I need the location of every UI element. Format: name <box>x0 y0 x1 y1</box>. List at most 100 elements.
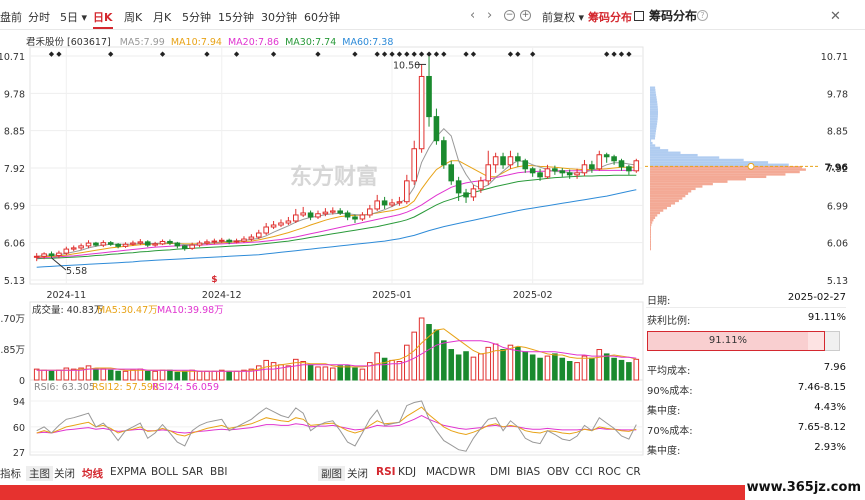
next-arrow-icon[interactable]: › <box>487 8 492 23</box>
candle <box>307 210 314 221</box>
event-marker[interactable]: ◆ <box>619 50 625 58</box>
sub-indicator-tab[interactable]: DMI <box>490 466 510 478</box>
timeframe-tab-6[interactable]: 5分钟 <box>182 9 211 25</box>
candle <box>433 108 440 145</box>
event-marker[interactable]: ◆ <box>626 50 632 58</box>
chip-bar <box>650 218 654 222</box>
zoom-out-icon[interactable]: − <box>504 10 515 21</box>
event-marker[interactable]: ◆ <box>426 50 432 58</box>
event-marker[interactable]: ◆ <box>389 50 395 58</box>
candle <box>566 169 573 179</box>
volume-bar <box>537 357 543 381</box>
sub-indicator-tab[interactable]: 副图 <box>318 466 345 481</box>
indicator-tab[interactable]: 均线 <box>82 466 103 481</box>
candle <box>330 207 336 215</box>
timeframe-tab-9[interactable]: 60分钟 <box>304 9 340 25</box>
event-marker[interactable]: ◆ <box>315 50 321 58</box>
indicator-tab[interactable]: 关闭 <box>54 466 75 481</box>
sub-indicator-tab[interactable]: RSI <box>376 466 396 478</box>
event-marker[interactable]: ◆ <box>352 50 358 58</box>
sub-indicator-tab[interactable]: KDJ <box>398 466 416 478</box>
sub-indicator-tab[interactable]: CCI <box>575 466 593 478</box>
indicator-tab[interactable]: EXPMA <box>110 466 146 478</box>
event-marker[interactable]: ◆ <box>441 50 447 58</box>
volume-bar <box>189 369 195 381</box>
adjust-dropdown[interactable]: 前复权 ▾ <box>542 9 584 25</box>
help-icon[interactable]: ? <box>697 10 708 21</box>
event-marker[interactable]: ◆ <box>382 50 388 58</box>
volume-bar <box>507 344 514 381</box>
event-marker[interactable]: ◆ <box>375 50 381 58</box>
candle <box>122 242 129 248</box>
toolbar: 盘前 分时 5日 ▾ 日K 周K 月K 5分钟 15分钟 30分钟 60分钟 ‹ › − + 前复… <box>0 0 865 30</box>
candle-body <box>56 252 62 257</box>
volume-bar <box>470 356 477 381</box>
event-marker[interactable]: ◆ <box>49 50 55 58</box>
timeframe-tab-2[interactable]: 5日 ▾ <box>60 9 87 25</box>
event-marker[interactable]: ◆ <box>434 50 440 58</box>
event-marker[interactable]: ◆ <box>397 50 403 58</box>
right-price-tick-label: 6.99 <box>827 201 848 212</box>
indicator-tab[interactable]: 主图 <box>26 466 53 481</box>
zoom-in-icon[interactable]: + <box>520 10 531 21</box>
indicator-tab[interactable]: SAR <box>182 466 203 478</box>
volume-bar <box>611 357 617 381</box>
candle-body <box>463 192 469 198</box>
close-icon[interactable]: ✕ <box>830 9 841 24</box>
candle-body <box>589 164 595 170</box>
candle-body <box>611 156 617 162</box>
sub-indicator-tab[interactable]: OBV <box>547 466 569 478</box>
volume-bar <box>181 370 188 381</box>
sub-indicator-tab[interactable]: MACD <box>426 466 457 478</box>
chip-distribution-tab[interactable]: 筹码分布 <box>588 9 632 25</box>
indicator-tab[interactable]: BOLL <box>151 466 178 478</box>
prev-arrow-icon[interactable]: ‹ <box>470 8 475 23</box>
timeframe-tab-4[interactable]: 周K <box>124 9 142 25</box>
sub-indicator-tab[interactable]: BIAS <box>516 466 540 478</box>
candle-body <box>107 242 114 245</box>
candle <box>278 219 284 228</box>
price-tick-label: 10.71 <box>0 52 25 63</box>
event-marker[interactable]: ◆ <box>234 50 240 58</box>
event-marker[interactable]: ◆ <box>404 50 410 58</box>
sub-indicator-tab[interactable]: 关闭 <box>347 466 368 481</box>
candle-body <box>337 210 343 214</box>
candle-body <box>130 242 136 245</box>
ma-legend-item: MA5:7.99 <box>119 37 165 48</box>
event-marker[interactable]: ◆ <box>271 50 277 58</box>
indicator-tab[interactable]: BBI <box>210 466 228 478</box>
chip-bar <box>650 190 692 193</box>
dividend-marker[interactable]: $ <box>211 275 217 285</box>
timeframe-tab-1[interactable]: 分时 <box>28 9 50 25</box>
chip-toggle[interactable]: 筹码分布 <box>634 7 697 24</box>
event-marker[interactable]: ◆ <box>515 50 521 58</box>
timeframe-tab-0[interactable]: 盘前 <box>0 9 22 25</box>
timeframe-tab-5[interactable]: 月K <box>153 9 171 25</box>
event-marker[interactable]: ◆ <box>530 50 536 58</box>
event-marker[interactable]: ◆ <box>471 50 477 58</box>
candle-body <box>152 243 158 246</box>
timeframe-tab-3[interactable]: 日K <box>93 9 113 29</box>
profit-ratio-remainder <box>825 331 840 351</box>
volume-bar <box>596 349 603 381</box>
ma-legend-item: MA60:7.38 <box>342 37 394 48</box>
event-marker[interactable]: ◆ <box>160 50 166 58</box>
sub-indicator-tab[interactable]: WR <box>458 466 476 478</box>
date-label: 日期: <box>647 296 671 307</box>
sub-indicator-tab[interactable]: ROC <box>598 466 621 478</box>
event-marker[interactable]: ◆ <box>463 50 469 58</box>
chip-bar <box>650 168 806 171</box>
event-marker[interactable]: ◆ <box>419 50 425 58</box>
timeframe-tab-8[interactable]: 30分钟 <box>261 9 297 25</box>
event-marker[interactable]: ◆ <box>412 50 418 58</box>
event-marker[interactable]: ◆ <box>611 50 617 58</box>
event-marker[interactable]: ◆ <box>204 50 210 58</box>
timeframe-tab-7[interactable]: 15分钟 <box>218 9 254 25</box>
event-marker[interactable]: ◆ <box>604 50 610 58</box>
indicator-tab[interactable]: 指标 <box>0 466 21 481</box>
right-price-tick-label: 8.85 <box>827 127 848 138</box>
sub-indicator-tab[interactable]: CR <box>626 466 641 478</box>
event-marker[interactable]: ◆ <box>56 50 62 58</box>
event-marker[interactable]: ◆ <box>508 50 514 58</box>
event-marker[interactable]: ◆ <box>108 50 114 58</box>
